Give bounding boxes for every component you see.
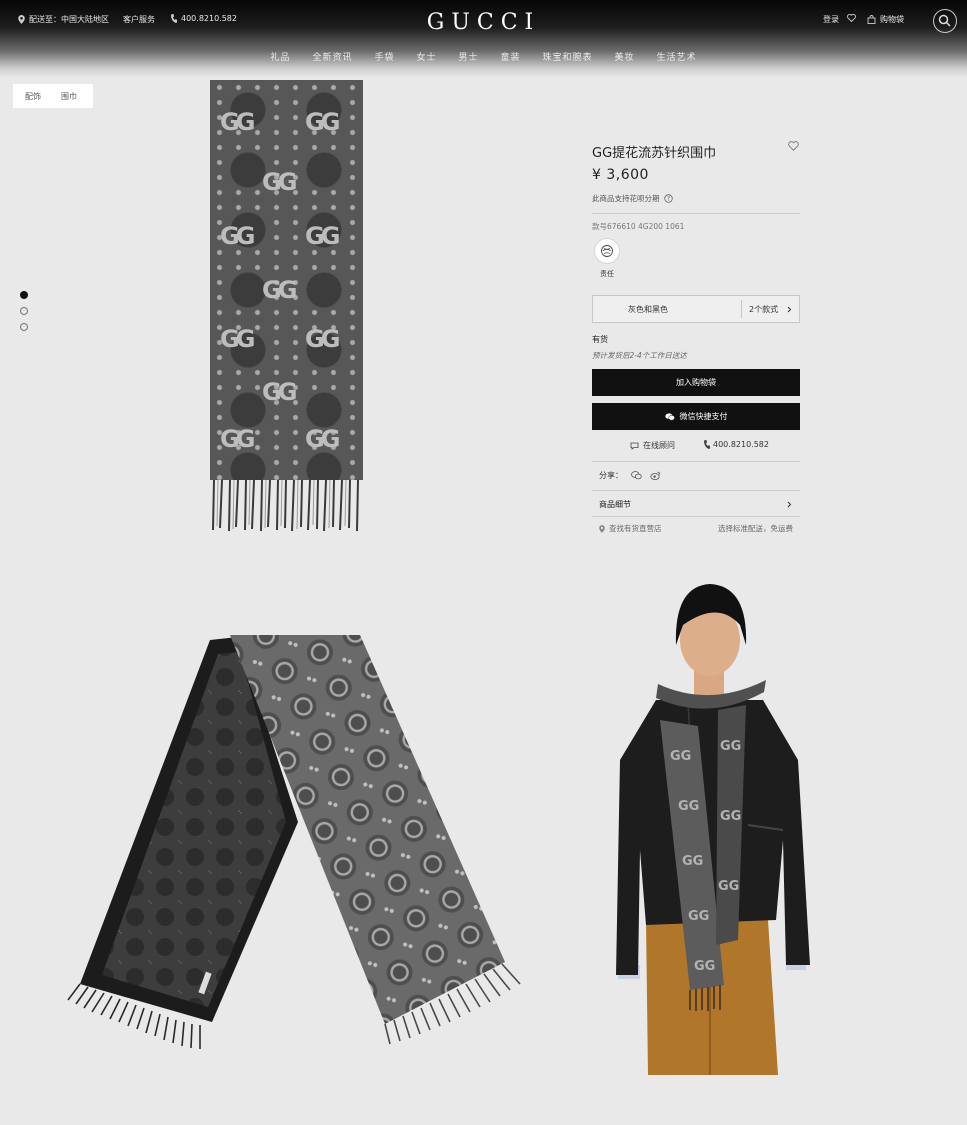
chevron-right-icon [787, 501, 792, 508]
product-phone: 400.8210.582 [713, 440, 769, 449]
installment-text: 此商品支持花呗分期 [592, 194, 660, 203]
wechat-pay-button[interactable]: 微信快捷支付 [592, 403, 800, 430]
share-label: 分享： [599, 471, 623, 480]
search-button[interactable] [933, 9, 957, 33]
product-phone-link[interactable]: 400.8210.582 [704, 440, 769, 449]
gallery-dot-2[interactable] [20, 307, 28, 315]
nav-item-men[interactable]: 男士 [458, 50, 478, 63]
product-price: ¥ 3,600 [592, 167, 649, 183]
svg-text:GG: GG [688, 909, 709, 924]
svg-text:GG: GG [718, 879, 739, 894]
breadcrumb-scarves[interactable]: 围巾 [61, 91, 77, 102]
phone-icon [704, 440, 710, 449]
nav-item-handbags[interactable]: 手袋 [374, 50, 394, 63]
login-label: 登录 [823, 15, 839, 24]
site-header: 配送至：中国大陆地区 客户服务 400.8210.582 GUCCI 登录 购物… [0, 0, 967, 78]
product-image-folded [67, 635, 521, 1049]
add-to-bag-button[interactable]: 加入购物袋 [592, 369, 800, 396]
divider [592, 490, 800, 491]
svg-text:?: ? [666, 196, 669, 203]
free-shipping-note: 选择标准配送，免运费 [718, 524, 793, 533]
chevron-right-icon [787, 306, 792, 312]
product-details-label: 商品细节 [599, 500, 631, 509]
help-icon[interactable]: ? [663, 194, 673, 203]
nav-item-children[interactable]: 童装 [501, 50, 521, 63]
nav-item-lifestyle[interactable]: 生活艺术 [657, 50, 697, 63]
badge-label: 责任 [600, 270, 614, 278]
variant-divider [741, 300, 742, 318]
gallery-dot-3[interactable] [20, 323, 28, 331]
product-image-main: GG GG GG GG GG GG GG GG GG GG GG [210, 80, 363, 480]
svg-text:GG: GG [678, 799, 699, 814]
gallery-pagination [20, 291, 28, 331]
stock-status: 有货 [592, 335, 608, 344]
breadcrumb-accessories[interactable]: 配饰 [25, 91, 41, 102]
svg-text:GG: GG [720, 809, 741, 824]
svg-text:GG: GG [694, 959, 715, 974]
wishlist-button[interactable] [847, 14, 856, 22]
product-details-toggle[interactable]: 商品细节 [599, 499, 794, 510]
leaf-globe-icon [601, 245, 613, 257]
variant-count: 2个款式 [749, 304, 779, 314]
share-row: 分享： [599, 470, 661, 481]
shipping-eta: 预计发货后2-4个工作日送达 [592, 351, 687, 360]
add-to-bag-label: 加入购物袋 [676, 378, 716, 387]
nav-item-women[interactable]: 女士 [416, 50, 436, 63]
product-title: GG提花流苏针织围巾 [592, 146, 717, 161]
bag-label: 购物袋 [880, 15, 904, 24]
heart-icon [847, 14, 856, 22]
svg-text:GG: GG [720, 739, 741, 754]
scarf-fringe [212, 480, 359, 532]
main-nav: 礼品 全新资讯 手袋 女士 男士 童装 珠宝和腕表 美妆 生活艺术 [0, 50, 967, 63]
product-info: GG提花流苏针织围巾 ¥ 3,600 此商品支持花呗分期 ? 款号676610 … [592, 138, 800, 232]
online-consult-link[interactable]: 在线顾问 [630, 440, 675, 451]
find-store-link[interactable]: 查找有货直营店 [599, 523, 662, 534]
installment-row: 此商品支持花呗分期 ? [592, 193, 800, 204]
find-store-label: 查找有货直营店 [609, 524, 662, 533]
divider [592, 516, 800, 517]
search-icon [938, 14, 951, 27]
wechat-share-icon[interactable] [631, 471, 642, 480]
product-sku: 款号676610 4G200 1061 [592, 222, 685, 231]
online-consult-label: 在线顾问 [643, 441, 675, 450]
product-image-model: GG GG GG GG GG GG GG GG [616, 584, 810, 1075]
nav-item-gifts[interactable]: 礼品 [270, 50, 290, 63]
login-link[interactable]: 登录 [823, 14, 839, 25]
gucci-logo[interactable]: GUCCI [0, 10, 967, 35]
shopping-bag-link[interactable]: 购物袋 [867, 14, 904, 25]
variant-color: 灰色和黑色 [628, 304, 668, 314]
variant-selector[interactable]: 灰色和黑色 2个款式 [592, 295, 800, 323]
weibo-share-icon[interactable] [650, 471, 661, 480]
nav-item-new[interactable]: 全新资讯 [312, 50, 352, 63]
chat-icon [630, 442, 639, 450]
wechat-icon [664, 412, 675, 420]
svg-text:GG: GG [670, 749, 691, 764]
nav-item-beauty[interactable]: 美妆 [615, 50, 635, 63]
svg-text:GG: GG [682, 854, 703, 869]
wechat-pay-label: 微信快捷支付 [679, 412, 728, 421]
divider [592, 213, 800, 214]
wishlist-heart-icon[interactable] [788, 141, 799, 151]
nav-item-jewelry[interactable]: 珠宝和腕表 [543, 50, 593, 63]
divider [592, 461, 800, 462]
location-pin-icon [599, 524, 605, 533]
responsibility-badge[interactable] [594, 238, 620, 264]
gallery-dot-1[interactable] [20, 291, 28, 299]
breadcrumb: 配饰 围巾 [13, 84, 93, 108]
bag-icon [867, 15, 876, 24]
